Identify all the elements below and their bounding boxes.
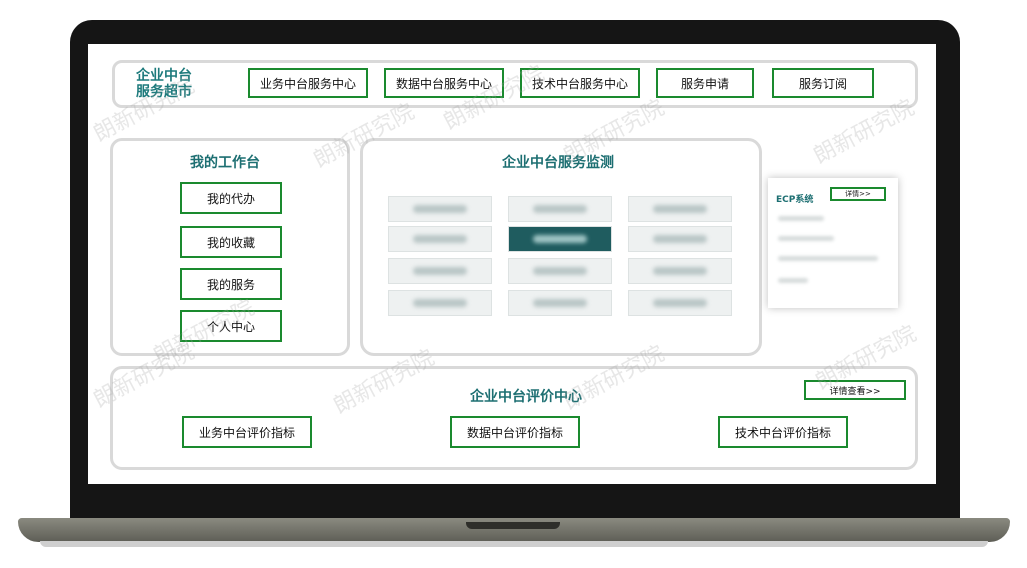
nav-service-subscribe[interactable]: 服务订阅 <box>772 68 874 98</box>
screen: 企业中台 服务超市 业务中台服务中心 数据中台服务中心 技术中台服务中心 服务申… <box>88 44 936 484</box>
workbench-favorites-button[interactable]: 我的收藏 <box>180 226 282 258</box>
ecp-card: ECP系统 详情>> <box>768 178 898 308</box>
laptop-notch <box>466 522 560 529</box>
monitor-tile[interactable] <box>508 290 612 316</box>
eval-business-index-button[interactable]: 业务中台评价指标 <box>182 416 312 448</box>
eval-tech-index-button[interactable]: 技术中台评价指标 <box>718 416 848 448</box>
monitor-tile[interactable] <box>628 258 732 284</box>
brand-line-2: 服务超市 <box>136 84 192 100</box>
monitor-tile-active[interactable] <box>508 226 612 252</box>
evaluation-title: 企业中台评价中心 <box>470 389 582 405</box>
ecp-blurred-line <box>778 236 834 241</box>
brand-line-1: 企业中台 <box>136 68 192 84</box>
evaluation-details-button[interactable]: 详情查看>> <box>804 380 906 400</box>
workbench-todo-button[interactable]: 我的代办 <box>180 182 282 214</box>
ecp-title: ECP系统 <box>776 195 814 205</box>
nav-tech-center[interactable]: 技术中台服务中心 <box>520 68 640 98</box>
eval-data-index-button[interactable]: 数据中台评价指标 <box>450 416 580 448</box>
monitor-tile[interactable] <box>508 258 612 284</box>
monitor-tile[interactable] <box>508 196 612 222</box>
monitor-tile[interactable] <box>628 196 732 222</box>
nav-business-center[interactable]: 业务中台服务中心 <box>248 68 368 98</box>
ecp-details-button[interactable]: 详情>> <box>830 187 886 201</box>
ecp-blurred-line <box>778 256 878 261</box>
monitor-tile[interactable] <box>388 258 492 284</box>
laptop-shadow <box>40 541 988 547</box>
ecp-blurred-line <box>778 216 824 221</box>
monitor-tile[interactable] <box>628 290 732 316</box>
brand-logo[interactable]: 企业中台 服务超市 <box>136 68 192 100</box>
nav-service-apply[interactable]: 服务申请 <box>656 68 754 98</box>
monitor-tile[interactable] <box>388 290 492 316</box>
workbench-profile-button[interactable]: 个人中心 <box>180 310 282 342</box>
monitor-title: 企业中台服务监测 <box>502 155 614 171</box>
workbench-title: 我的工作台 <box>190 155 260 171</box>
nav-data-center[interactable]: 数据中台服务中心 <box>384 68 504 98</box>
workbench-services-button[interactable]: 我的服务 <box>180 268 282 300</box>
ecp-blurred-line <box>778 278 808 283</box>
monitor-tile[interactable] <box>388 196 492 222</box>
monitor-tile[interactable] <box>388 226 492 252</box>
monitor-tile[interactable] <box>628 226 732 252</box>
